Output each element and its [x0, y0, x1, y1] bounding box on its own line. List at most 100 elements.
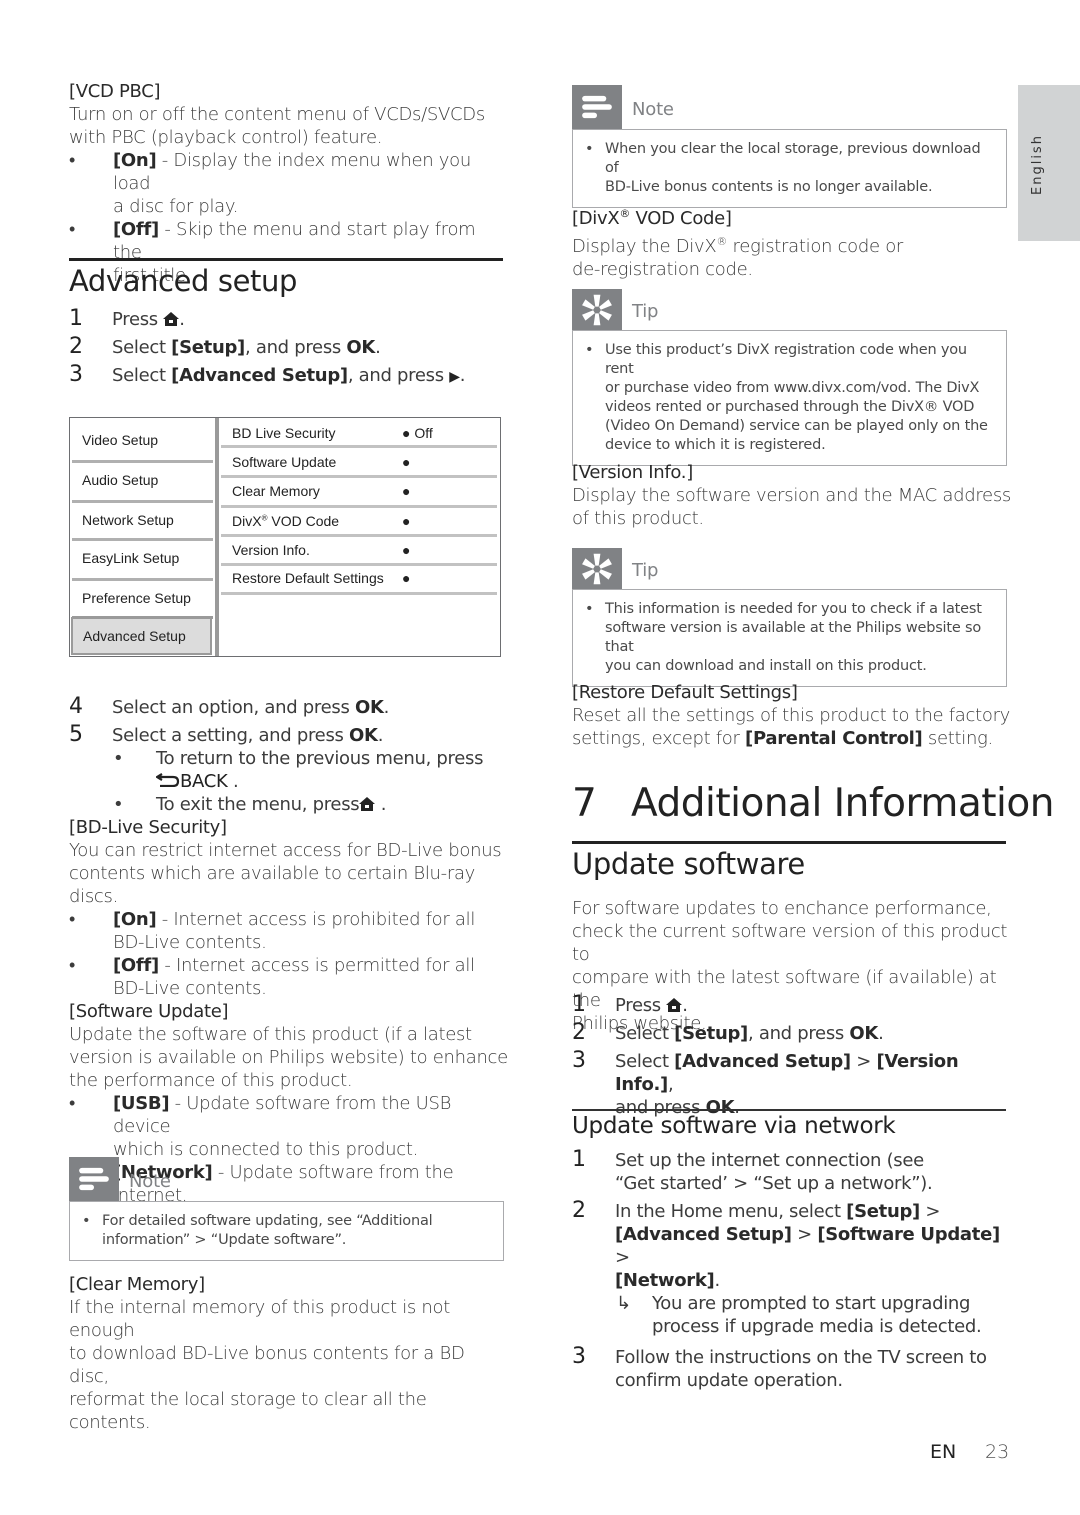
- bullet-icon: •: [585, 601, 594, 617]
- step-2: 2 Select [Setup], and press OK.: [69, 335, 509, 359]
- menu-ref: [Setup]: [171, 337, 245, 358]
- category-label: Audio Setup: [82, 472, 159, 488]
- menu-category-video-setup[interactable]: Video Setup: [72, 422, 213, 458]
- menu-option-clear-memory[interactable]: Clear Memory ●: [232, 477, 497, 505]
- menu-category-preference-setup[interactable]: Preference Setup: [72, 580, 213, 616]
- menu-ref: [Parental Control]: [745, 728, 923, 749]
- option-text: - Internet access is permitted for all: [158, 955, 475, 976]
- note-label: Note: [632, 98, 674, 120]
- step-text: Select: [615, 1051, 675, 1072]
- step-text: ,: [667, 1074, 674, 1095]
- menu-category-audio-setup[interactable]: Audio Setup: [72, 462, 213, 498]
- back-icon: [156, 773, 180, 787]
- menu-option-software-update[interactable]: Software Update ●: [232, 448, 497, 476]
- menu-category-easylink-setup[interactable]: EasyLink Setup: [72, 540, 213, 576]
- home-icon: [666, 998, 682, 1012]
- option-key: [On]: [113, 909, 157, 930]
- heading-update-via-network: Update software via network: [572, 1113, 896, 1139]
- step-text: .: [375, 337, 381, 358]
- term-bd-live-security: [BD-Live Security]: [69, 817, 227, 838]
- option-value: ● Off: [402, 425, 433, 441]
- menu-ref: [Setup]: [674, 1023, 748, 1044]
- sub-bullet-exit: • To exit the menu, press .: [69, 793, 509, 816]
- section-divider: [69, 258, 503, 261]
- option-label-part: VOD Code: [267, 513, 340, 529]
- step-text: Select: [112, 337, 172, 358]
- step-text: confirm update operation.: [615, 1370, 843, 1391]
- bullet-icon: •: [585, 141, 594, 157]
- step-text: >: [791, 1224, 818, 1245]
- description-line: settings, except for [Parental Control] …: [572, 727, 1012, 750]
- tip-label: Tip: [632, 560, 659, 581]
- advanced-setup-steps: 1 Press . 2 Select [Setup], and press OK…: [69, 307, 509, 389]
- chapter-title: Additional Information: [631, 781, 1054, 826]
- option-bullet-usb: • [USB] - Update software from the USB d…: [69, 1092, 509, 1161]
- step-text: Press: [615, 995, 667, 1016]
- note-bullet: • When you clear the local storage, prev…: [585, 140, 994, 197]
- description-line: of this product.: [572, 508, 704, 529]
- divx-vod-section: [DivX® VOD Code] Display the DivX® regis…: [572, 202, 1012, 281]
- option-text: - Skip the menu and start play from the: [113, 219, 476, 263]
- category-label: EasyLink Setup: [82, 550, 180, 566]
- menu-option-divx-vod-code[interactable]: DivX® VOD Code ●: [232, 507, 497, 535]
- tip-text: you can download and install on this pro…: [605, 658, 927, 674]
- option-label: DivX® VOD Code: [232, 513, 339, 529]
- registered-mark: ®: [716, 235, 728, 248]
- tip-body: • Use this product’s DivX registration c…: [572, 330, 1007, 466]
- step-text: Set up the internet connection (see: [615, 1150, 924, 1171]
- sub-bullet-text: .: [227, 771, 239, 792]
- option-text-cont: BD-Live contents.: [113, 932, 267, 953]
- description-line: reformat the local storage to clear all …: [69, 1389, 427, 1433]
- option-label-part: DivX: [232, 513, 262, 529]
- play-right-icon: ▶: [449, 369, 460, 385]
- option-bullet-icon: ●: [402, 454, 411, 470]
- menu-option-bd-live-security[interactable]: BD Live Security ● Off: [232, 419, 497, 447]
- button-ref: OK: [346, 337, 376, 358]
- menu-option-restore-default[interactable]: Restore Default Settings ●: [232, 564, 497, 592]
- step-number: 3: [572, 1344, 586, 1369]
- bullet-icon: •: [113, 748, 124, 769]
- step-number: 3: [69, 362, 83, 387]
- tip-text: (Video On Demand) service can be played …: [605, 418, 988, 434]
- menu-separator: [221, 592, 497, 595]
- description-line: Display the DivX® registration code or: [572, 230, 1012, 258]
- step-4: 4 Select an option, and press OK.: [69, 695, 509, 719]
- heading-update-software: Update software: [572, 847, 805, 881]
- option-text: - Internet access is prohibited for all: [156, 909, 476, 930]
- step-text: .: [459, 365, 466, 386]
- bullet-icon: •: [69, 909, 76, 930]
- description-part: registration code or: [727, 236, 904, 257]
- menu-category-advanced-setup[interactable]: Advanced Setup: [71, 617, 212, 655]
- step-number: 5: [69, 722, 83, 747]
- result-text: You are prompted to start upgrading: [652, 1293, 971, 1314]
- step-1: 1 Press .: [572, 993, 1012, 1017]
- page-number: 23: [985, 1441, 1010, 1463]
- description-line: You can restrict internet access for BD-…: [69, 840, 502, 861]
- option-key: [On]: [113, 150, 157, 171]
- note-bullet: • For detailed software updating, see “A…: [82, 1212, 491, 1250]
- tip-label: Tip: [632, 301, 659, 322]
- term-version-info: [Version Info.]: [572, 462, 693, 483]
- term-software-update: [Software Update]: [69, 1001, 229, 1022]
- menu-option-version-info[interactable]: Version Info. ●: [232, 536, 497, 564]
- intro-line: For software updates to enchance perform…: [572, 898, 992, 919]
- result-text: process if upgrade media is detected.: [652, 1316, 982, 1337]
- section-divider: [572, 841, 1006, 844]
- menu-category-network-setup[interactable]: Network Setup: [72, 502, 213, 538]
- bullet-icon: •: [69, 955, 76, 976]
- tip-body: • This information is needed for you to …: [572, 589, 1007, 687]
- note-header: Note: [572, 85, 1007, 129]
- home-icon: [163, 312, 179, 326]
- step-1: 1 Set up the internet connection (see “G…: [572, 1148, 1012, 1195]
- restore-default-section: [Restore Default Settings] Reset all the…: [572, 681, 1012, 750]
- category-label: Network Setup: [82, 512, 174, 528]
- term-part: VOD Code]: [630, 208, 732, 229]
- description-part: settings, except for: [572, 728, 746, 749]
- note-icon: [69, 1157, 119, 1201]
- tip-bullet: • Use this product’s DivX registration c…: [585, 341, 994, 455]
- menu-ref: [Network]: [615, 1270, 715, 1291]
- category-label: Advanced Setup: [83, 628, 186, 644]
- step-1: 1 Press .: [69, 307, 509, 331]
- tip-text: This information is needed for you to ch…: [605, 601, 982, 617]
- option-label: BD Live Security: [232, 425, 336, 441]
